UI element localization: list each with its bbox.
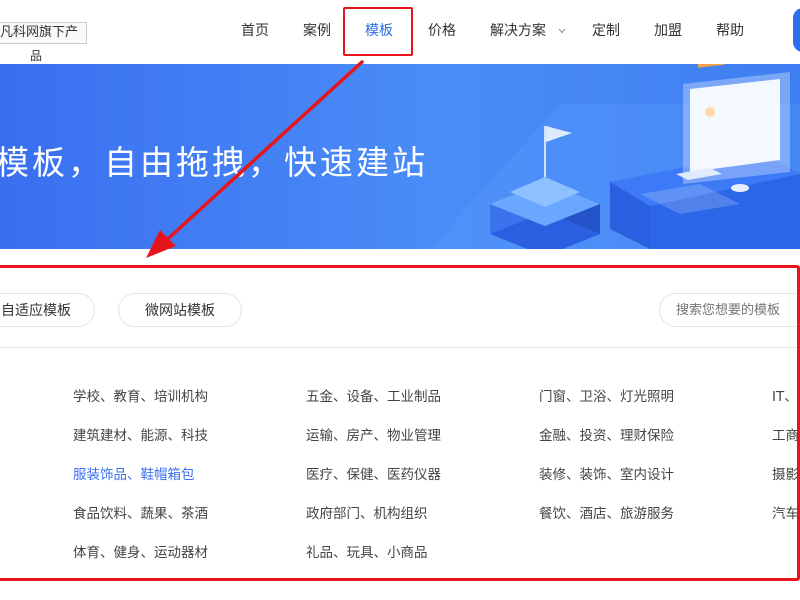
category-item[interactable]: 工商 — [772, 427, 799, 445]
logo-text-wrap: 品 — [30, 49, 43, 63]
category-item[interactable]: 餐饮、酒店、旅游服务 — [539, 505, 674, 523]
category-item[interactable]: 医疗、保健、医药仪器 — [306, 466, 441, 484]
section-divider — [0, 347, 800, 348]
nav-solutions[interactable]: 解决方案 — [490, 20, 546, 42]
category-item[interactable]: 五金、设备、工业制品 — [306, 388, 441, 406]
nav-custom[interactable]: 定制 — [592, 20, 620, 42]
logo-text: 凡科网旗下产 — [0, 25, 79, 40]
header-action-button[interactable] — [793, 8, 800, 52]
brand-logo[interactable]: 凡科网旗下产 — [0, 22, 87, 44]
category-item[interactable]: 体育、健身、运动器材 — [73, 544, 208, 562]
category-item[interactable]: 汽车 — [772, 505, 799, 523]
nav-home[interactable]: 首页 — [241, 20, 269, 42]
category-item[interactable]: 学校、教育、培训机构 — [73, 388, 208, 406]
category-item[interactable]: 门窗、卫浴、灯光照明 — [539, 388, 674, 406]
category-item[interactable]: 金融、投资、理财保险 — [539, 427, 674, 445]
nav-pricing[interactable]: 价格 — [428, 20, 456, 42]
banner-illustration — [430, 64, 800, 249]
category-item[interactable]: IT、 — [772, 388, 798, 406]
category-item[interactable]: 政府部门、机构组织 — [306, 505, 428, 523]
category-item[interactable]: 礼品、玩具、小商品 — [306, 544, 428, 562]
template-search-input[interactable] — [659, 293, 800, 327]
tab-label: 微网站模板 — [145, 303, 215, 319]
category-item[interactable]: 食品饮料、蔬果、茶酒 — [73, 505, 208, 523]
nav-join[interactable]: 加盟 — [654, 20, 682, 42]
top-header: 凡科网旗下产 品 首页 案例 模板 价格 解决方案 定制 加盟 帮助 — [0, 0, 800, 64]
category-item[interactable]: 摄影 — [772, 466, 799, 484]
hero-banner: 模板，自由拖拽，快速建站 — [0, 64, 800, 249]
tab-responsive-templates[interactable]: 自适应模板 — [0, 293, 95, 327]
nav-help[interactable]: 帮助 — [716, 20, 744, 42]
tab-label: 自适应模板 — [1, 303, 71, 319]
category-item[interactable]: 装修、装饰、室内设计 — [539, 466, 674, 484]
category-item[interactable]: 运输、房产、物业管理 — [306, 427, 441, 445]
chevron-down-icon — [558, 28, 566, 34]
nav-highlight-box — [343, 7, 413, 56]
category-item-active[interactable]: 服装饰品、鞋帽箱包 — [73, 466, 195, 484]
tab-micro-site-templates[interactable]: 微网站模板 — [118, 293, 242, 327]
nav-cases[interactable]: 案例 — [303, 20, 331, 42]
category-item[interactable]: 建筑建材、能源、科技 — [73, 427, 208, 445]
